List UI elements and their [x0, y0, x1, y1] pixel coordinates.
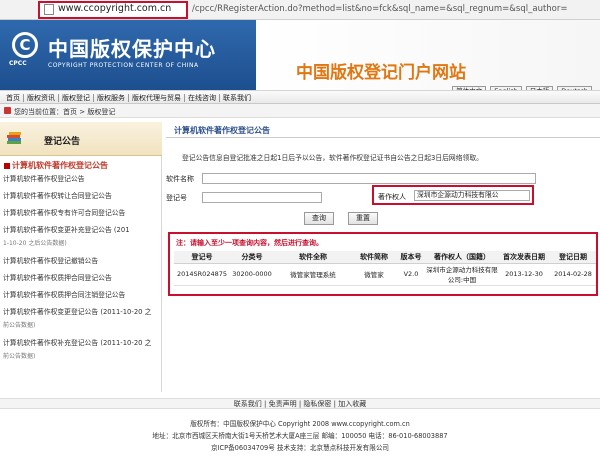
breadcrumb: 您的当前位置：首页 > 版权登记: [0, 104, 600, 118]
org-name-en: COPYRIGHT PROTECTION CENTER OF CHINA: [48, 62, 199, 69]
sidebar-item-exclusive-license[interactable]: 计算机软件著作权专有许可合同登记公告: [0, 208, 162, 225]
sidebar-item-change-supplement-new[interactable]: 计算机软件著作权变更补充登记公告 (201 1-10-20 之后公告数据): [0, 225, 162, 256]
nav-copyright-registration[interactable]: 版权登记: [59, 94, 94, 102]
nav-copyright-news[interactable]: 版权资讯: [24, 94, 59, 102]
sidebar-title: 登记公告: [44, 137, 81, 147]
sidebar-item-label: 计算机软件著作权变更登记公告 (2011-10-20 之: [3, 308, 152, 316]
sidebar-item-sublabel: 1-10-20 之后公告数据): [3, 240, 67, 247]
cell-reg-date: 2014-02-28: [550, 263, 596, 286]
results-table: 登记号 分类号 软件全称 软件简称 版本号 著作权人（国籍） 首次发表日期 登记…: [174, 251, 596, 286]
sidebar-item-supplement-old[interactable]: 计算机软件著作权补充登记公告 (2011-10-20 之 前公告数据): [0, 338, 162, 369]
nav-copyright-services[interactable]: 版权服务: [94, 94, 129, 102]
sidebar-item-label: 计算机软件著作权质押合同登记公告: [3, 274, 112, 282]
sidebar-item-sublabel: 前公告数据): [3, 353, 36, 360]
reset-button[interactable]: 重置: [348, 212, 378, 225]
cell-full-name: 微管家管理系统: [274, 263, 352, 286]
sidebar-item-label: 计算机软件著作权补充登记公告 (2011-10-20 之: [3, 339, 152, 347]
org-name-cn: 中国版权保护中心: [48, 37, 216, 61]
location-icon: [4, 107, 11, 114]
cell-reg-no: 2014SR024875: [174, 263, 230, 286]
sidebar-item-transfer-contract[interactable]: 计算机软件著作权转让合同登记公告: [0, 191, 162, 208]
banner-logo-area: C CPCC 中国版权保护中心 COPYRIGHT PROTECTION CEN…: [0, 20, 256, 90]
sidebar-item-label: 计算机软件著作权登记公告: [3, 175, 85, 183]
sidebar-section-label: 计算机软件著作权登记公告: [12, 161, 108, 170]
sidebar-item-label: 计算机软件著作权专有许可合同登记公告: [3, 209, 126, 217]
portal-title: 中国版权登记门户网站: [296, 63, 466, 83]
sidebar-header: 登记公告: [0, 122, 162, 156]
sidebar-item-software-registration[interactable]: 计算机软件著作权登记公告: [0, 174, 162, 191]
main-content: 计算机软件著作权登记公告 登记公告信息自登记批准之日起1日后予以公告，软件著作权…: [166, 122, 600, 392]
main-title-bar: 计算机软件著作权登记公告: [166, 122, 600, 138]
col-header-reg-no: 登记号: [174, 251, 230, 264]
sidebar-item-label: 计算机软件著作权质押合同注销登记公告: [3, 291, 126, 299]
cell-short-name: 微管家: [352, 263, 396, 286]
warning-text: 注：请输入至少一项查询内容，然后进行查询。: [176, 239, 323, 247]
footer-copyright: 版权所有：中国版权保护中心 Copyright 2008 www.ccopyri…: [190, 420, 410, 428]
sidebar-item-change-old[interactable]: 计算机软件著作权变更登记公告 (2011-10-20 之 前公告数据): [0, 307, 162, 338]
main-title: 计算机软件著作权登记公告: [174, 126, 270, 135]
sidebar-item-pledge-cancel[interactable]: 计算机软件著作权质押合同注销登记公告: [0, 290, 162, 307]
software-name-label: 软件名称: [166, 175, 194, 183]
footer-links[interactable]: 联系我们 | 免责声明 | 隐私保密 | 加入收藏: [0, 398, 600, 409]
sidebar-item-revocation[interactable]: 计算机软件著作权登记撤销公告: [0, 256, 162, 273]
sidebar-item-label: 计算机软件著作权转让合同登记公告: [3, 192, 112, 200]
reg-no-label: 登记号: [166, 194, 187, 202]
table-header-row: 登记号 分类号 软件全称 软件简称 版本号 著作权人（国籍） 首次发表日期 登记…: [174, 251, 596, 264]
cell-owner: 深圳市企源动力科技有限公司:中国: [426, 263, 498, 286]
col-header-class-no: 分类号: [230, 251, 274, 264]
nav-home[interactable]: 首页: [3, 94, 24, 102]
software-name-input[interactable]: [202, 173, 536, 184]
owner-label: 著作权人: [378, 193, 406, 201]
sidebar-item-label: 计算机软件著作权变更补充登记公告 (201: [3, 226, 130, 234]
reg-no-input[interactable]: [202, 192, 322, 203]
nav-agency-trade[interactable]: 版权代理与贸易: [129, 94, 185, 102]
bullet-icon: [4, 162, 10, 169]
main-nav: 首页 版权资讯 版权登记 版权服务 版权代理与贸易 在线咨询 联系我们: [0, 90, 600, 104]
sidebar-item-sublabel: 前公告数据): [3, 322, 36, 329]
footer-icp: 京ICP备06034709号 技术支持：北京慧点科技开发有限公司: [210, 444, 390, 452]
results-panel: 注：请输入至少一项查询内容，然后进行查询。 登记号 分类号 软件全称 软件简称 …: [168, 232, 598, 296]
col-header-reg-date: 登记日期: [550, 251, 596, 264]
query-button[interactable]: 查询: [304, 212, 334, 225]
cell-class-no: 30200-0000: [230, 263, 274, 286]
url-path[interactable]: /cpcc/RRegisterAction.do?method=list&no=…: [192, 4, 568, 14]
browser-address-bar[interactable]: www.ccopyright.com.cn /cpcc/RRegisterAct…: [0, 0, 600, 20]
sidebar-item-label: 计算机软件著作权登记撤销公告: [3, 257, 99, 265]
page-icon: [44, 4, 54, 15]
sidebar-list: 计算机软件著作权登记公告 计算机软件著作权登记公告 计算机软件著作权转让合同登记…: [0, 158, 162, 369]
sidebar-item-pledge-contract[interactable]: 计算机软件著作权质押合同登记公告: [0, 273, 162, 290]
copyright-logo-icon: C: [12, 32, 38, 58]
col-header-version: 版本号: [396, 251, 426, 264]
site-banner: C CPCC 中国版权保护中心 COPYRIGHT PROTECTION CEN…: [0, 20, 600, 90]
cell-version: V2.0: [396, 263, 426, 286]
sidebar: 登记公告 计算机软件著作权登记公告 计算机软件著作权登记公告 计算机软件著作权转…: [0, 122, 162, 392]
book-icon: [7, 132, 21, 144]
notice-text: 登记公告信息自登记批准之日起1日后予以公告，软件著作权登记证书自公告之日起3日后…: [182, 154, 483, 162]
col-header-owner: 著作权人（国籍）: [426, 251, 498, 264]
logo-abbreviation: CPCC: [9, 60, 27, 67]
breadcrumb-text: 您的当前位置：首页 > 版权登记: [14, 108, 116, 116]
col-header-short-name: 软件简称: [352, 251, 396, 264]
cell-first-publish: 2013-12-30: [498, 263, 550, 286]
col-header-first-publish: 首次发表日期: [498, 251, 550, 264]
footer-address: 地址：北京市西城区天桥南大街1号天桥艺术大厦A座三层 邮编：100050 电话：…: [152, 432, 448, 440]
nav-online-consult[interactable]: 在线咨询: [185, 94, 220, 102]
sidebar-section-software[interactable]: 计算机软件著作权登记公告: [0, 158, 162, 174]
owner-input[interactable]: 深圳市企源动力科技有限公: [414, 190, 530, 201]
nav-contact-us[interactable]: 联系我们: [220, 94, 254, 102]
url-domain[interactable]: www.ccopyright.com.cn: [58, 3, 171, 14]
col-header-full-name: 软件全称: [274, 251, 352, 264]
table-row[interactable]: 2014SR024875 30200-0000 微管家管理系统 微管家 V2.0…: [174, 263, 596, 286]
